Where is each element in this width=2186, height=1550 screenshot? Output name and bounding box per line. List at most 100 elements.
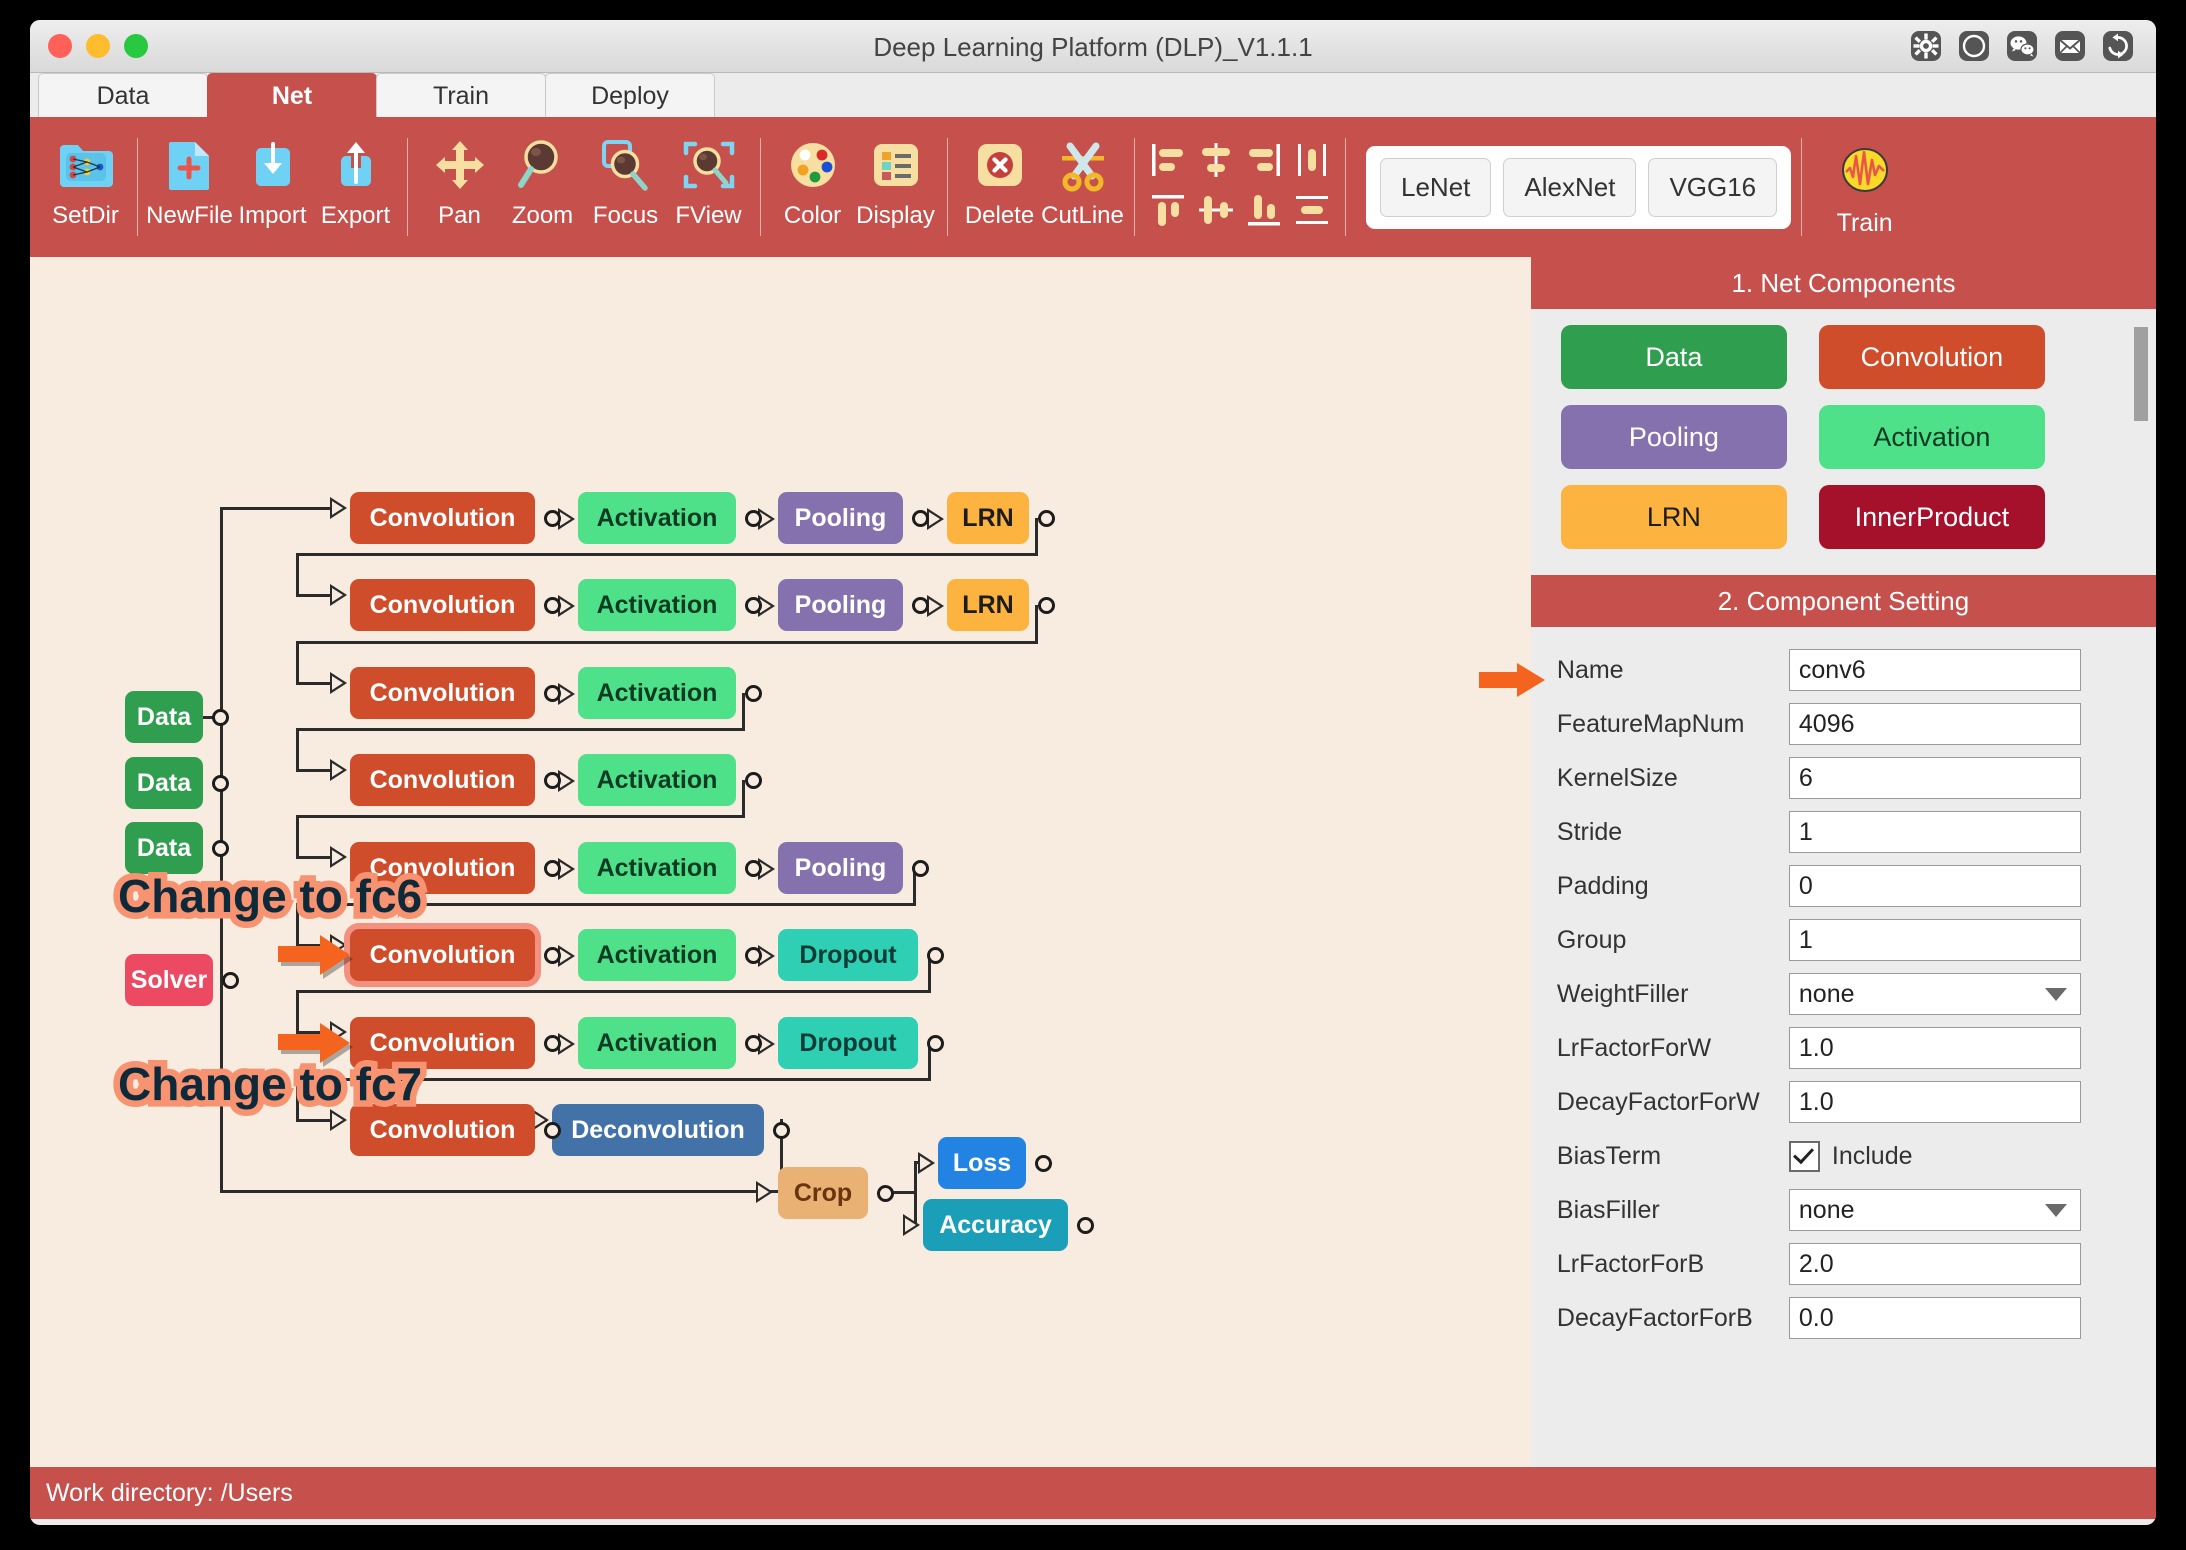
- chevron-down-icon[interactable]: [2045, 1204, 2067, 1217]
- text-input[interactable]: 0.0: [1789, 1297, 2081, 1339]
- palette-scrollbar-thumb[interactable]: [2134, 327, 2148, 421]
- select-dropdown[interactable]: none: [1789, 973, 2081, 1015]
- compass-icon[interactable]: [1958, 30, 1990, 62]
- node-output-port[interactable]: [745, 685, 762, 702]
- align-middle-v-icon[interactable]: [1194, 188, 1238, 237]
- train-button[interactable]: Train: [1812, 136, 1917, 238]
- node-output-port[interactable]: [745, 860, 762, 877]
- tool-setdir[interactable]: SetDir: [44, 122, 127, 252]
- tab-net[interactable]: Net: [207, 73, 377, 118]
- palette-item-pooling[interactable]: Pooling: [1561, 405, 1787, 469]
- mail-icon[interactable]: [2054, 30, 2086, 62]
- align-bottom-icon[interactable]: [1242, 188, 1286, 237]
- node-output-port[interactable]: [544, 947, 561, 964]
- text-input[interactable]: 1: [1789, 919, 2081, 961]
- diagram-node[interactable]: Convolution: [350, 754, 535, 806]
- node-output-port[interactable]: [544, 772, 561, 789]
- node-output-port[interactable]: [544, 1035, 561, 1052]
- diagram-node[interactable]: Activation: [578, 579, 736, 631]
- node-output-port[interactable]: [1038, 510, 1055, 527]
- diagram-node[interactable]: Convolution: [350, 1104, 535, 1156]
- tool-pan[interactable]: Pan: [418, 122, 501, 252]
- diagram-node[interactable]: Convolution: [350, 492, 535, 544]
- palette-item-lrn[interactable]: LRN: [1561, 485, 1787, 549]
- align-right-icon[interactable]: [1242, 138, 1286, 187]
- tool-delete[interactable]: Delete: [958, 122, 1041, 252]
- refresh-icon[interactable]: [2102, 30, 2134, 62]
- tool-zoom[interactable]: Zoom: [501, 122, 584, 252]
- node-output-port[interactable]: [745, 510, 762, 527]
- node-output-port[interactable]: [773, 1122, 790, 1139]
- diagram-node[interactable]: Activation: [578, 929, 736, 981]
- diagram-node[interactable]: Activation: [578, 1017, 736, 1069]
- node-output-port[interactable]: [745, 1035, 762, 1052]
- checkbox[interactable]: [1789, 1141, 1820, 1172]
- diagram-node[interactable]: Pooling: [778, 579, 903, 631]
- diagram-node[interactable]: LRN: [947, 579, 1029, 631]
- node-output-port[interactable]: [1035, 1155, 1052, 1172]
- diagram-node[interactable]: Convolution: [350, 579, 535, 631]
- node-output-port[interactable]: [877, 1185, 894, 1202]
- diagram-node[interactable]: LRN: [947, 492, 1029, 544]
- diagram-node[interactable]: Data: [125, 691, 203, 743]
- tool-import[interactable]: Import: [231, 122, 314, 252]
- gear-icon[interactable]: [1910, 30, 1942, 62]
- diagram-node[interactable]: Pooling: [778, 492, 903, 544]
- diagram-node[interactable]: Solver: [125, 954, 213, 1006]
- node-output-port[interactable]: [544, 685, 561, 702]
- text-input[interactable]: 2.0: [1789, 1243, 2081, 1285]
- diagram-node[interactable]: Data: [125, 757, 203, 809]
- tab-deploy[interactable]: Deploy: [545, 73, 715, 118]
- text-input[interactable]: 1: [1789, 811, 2081, 853]
- chevron-down-icon[interactable]: [2045, 988, 2067, 1001]
- node-output-port[interactable]: [912, 510, 929, 527]
- node-output-port[interactable]: [1077, 1217, 1094, 1234]
- tool-fview[interactable]: FView: [667, 122, 750, 252]
- align-left-icon[interactable]: [1146, 138, 1190, 187]
- diagram-node[interactable]: Crop: [778, 1167, 868, 1219]
- node-output-port[interactable]: [544, 597, 561, 614]
- diagram-node[interactable]: Accuracy: [923, 1199, 1068, 1251]
- diagram-node[interactable]: Loss: [938, 1137, 1026, 1189]
- node-output-port[interactable]: [212, 840, 229, 857]
- diagram-node[interactable]: Dropout: [778, 929, 918, 981]
- node-output-port[interactable]: [912, 597, 929, 614]
- diagram-node[interactable]: Data: [125, 822, 203, 874]
- tool-focus[interactable]: Focus: [584, 122, 667, 252]
- wechat-icon[interactable]: [2006, 30, 2038, 62]
- select-dropdown[interactable]: none: [1789, 1189, 2081, 1231]
- align-center-h-icon[interactable]: [1194, 138, 1238, 187]
- text-input[interactable]: 4096: [1789, 703, 2081, 745]
- diagram-node[interactable]: Convolution: [350, 667, 535, 719]
- diagram-node[interactable]: Dropout: [778, 1017, 918, 1069]
- tool-export[interactable]: Export: [314, 122, 397, 252]
- node-output-port[interactable]: [1038, 597, 1055, 614]
- node-output-port[interactable]: [212, 709, 229, 726]
- net-canvas[interactable]: Convolution Activation Pooling LRN Convoluti…: [30, 257, 1528, 1467]
- text-input[interactable]: conv6: [1789, 649, 2081, 691]
- tool-newfile[interactable]: NewFile: [148, 122, 231, 252]
- text-input[interactable]: 1.0: [1789, 1027, 2081, 1069]
- preset-lenet[interactable]: LeNet: [1380, 158, 1491, 217]
- diagram-node[interactable]: Pooling: [778, 842, 903, 894]
- diagram-node[interactable]: Activation: [578, 667, 736, 719]
- tool-cutline[interactable]: CutLine: [1041, 122, 1124, 252]
- node-output-port[interactable]: [544, 1122, 561, 1139]
- align-top-icon[interactable]: [1146, 188, 1190, 237]
- node-output-port[interactable]: [912, 860, 929, 877]
- diagram-node[interactable]: Convolution: [350, 929, 535, 981]
- palette-item-activation[interactable]: Activation: [1819, 405, 2045, 469]
- diagram-node[interactable]: Activation: [578, 754, 736, 806]
- diagram-node[interactable]: Activation: [578, 492, 736, 544]
- palette-item-data[interactable]: Data: [1561, 325, 1787, 389]
- tool-display[interactable]: Display: [854, 122, 937, 252]
- distribute-v-icon[interactable]: [1290, 188, 1334, 237]
- node-output-port[interactable]: [544, 510, 561, 527]
- node-output-port[interactable]: [544, 860, 561, 877]
- palette-item-innerproduct[interactable]: InnerProduct: [1819, 485, 2045, 549]
- node-output-port[interactable]: [745, 597, 762, 614]
- tab-train[interactable]: Train: [376, 73, 546, 118]
- node-output-port[interactable]: [212, 775, 229, 792]
- text-input[interactable]: 6: [1789, 757, 2081, 799]
- text-input[interactable]: 1.0: [1789, 1081, 2081, 1123]
